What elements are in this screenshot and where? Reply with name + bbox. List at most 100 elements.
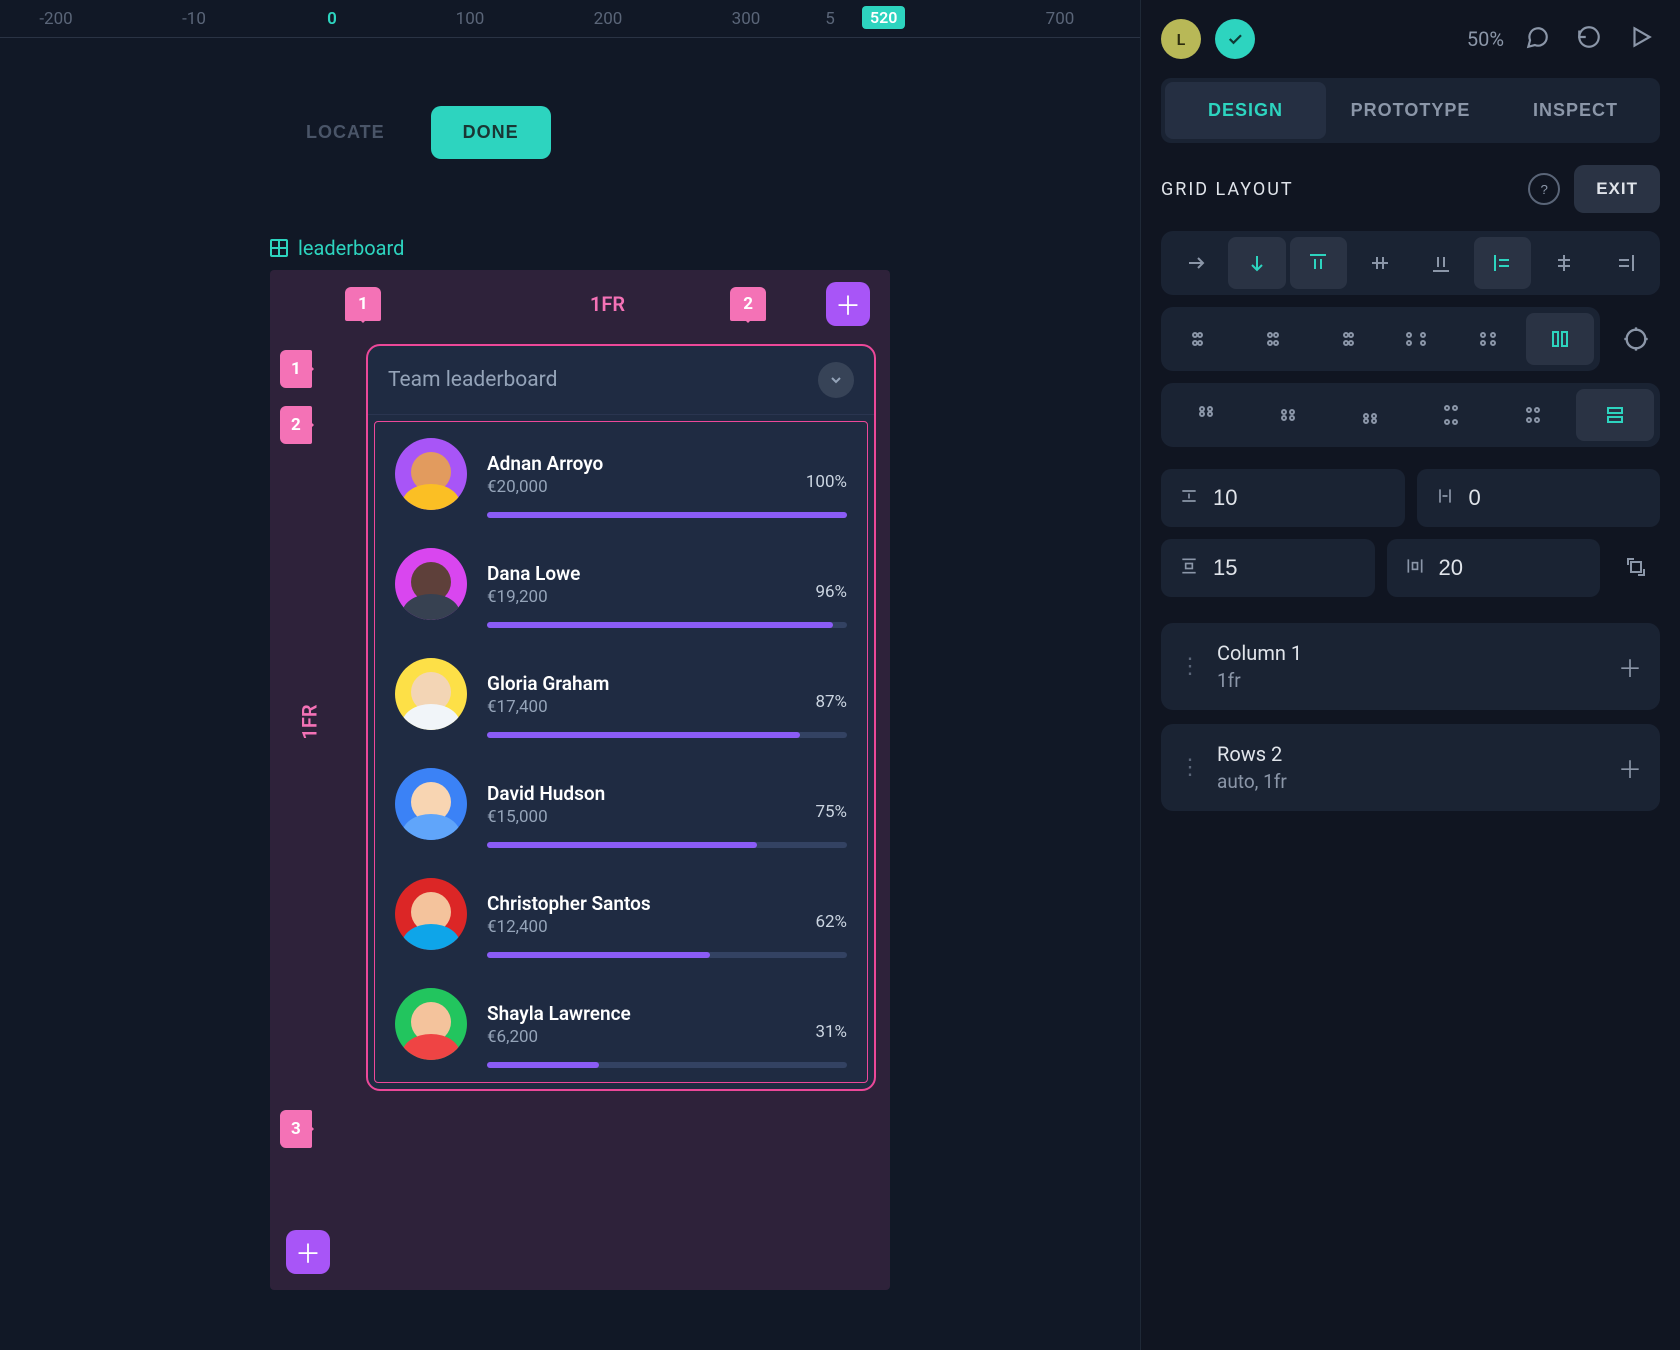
dimension-card[interactable]: ⋮Rows 2auto, 1fr＋ [1161, 724, 1660, 811]
align-content-start[interactable] [1167, 389, 1245, 441]
avatar [395, 988, 467, 1060]
justify-stretch[interactable] [1526, 313, 1594, 365]
locate-button[interactable]: LOCATE [280, 106, 411, 159]
row-marker-3[interactable]: 3 [280, 1110, 312, 1148]
justify-between[interactable] [1382, 313, 1450, 365]
list-item[interactable]: David Hudson€15,00075% [375, 752, 867, 862]
tab-prototype[interactable]: PROTOTYPE [1330, 82, 1491, 139]
list-item[interactable]: Dana Lowe€19,20096% [375, 532, 867, 642]
drag-handle-icon[interactable]: ⋮ [1179, 755, 1201, 780]
artboard[interactable]: 1 1FR 2 ＋ 1 2 1FR 3 ＋ Team leaderboard A… [270, 270, 890, 1290]
align-center-h[interactable] [1535, 237, 1592, 289]
pad-h-icon [1405, 556, 1425, 580]
card-list: Adnan Arroyo€20,000100%Dana Lowe€19,2009… [374, 421, 868, 1083]
canvas[interactable]: -300-200-1001002003005700 520 LOCATE DON… [0, 0, 1140, 1350]
tab-design[interactable]: DESIGN [1165, 82, 1326, 139]
align-start-v[interactable] [1290, 237, 1347, 289]
item-name: Adnan Arroyo [487, 452, 847, 475]
ruler-tick: 300 [732, 9, 761, 29]
dim-title: Rows 2 [1217, 742, 1602, 766]
item-name: Shayla Lawrence [487, 1002, 847, 1025]
pad-v-field[interactable] [1161, 539, 1375, 597]
align-end-v[interactable] [1413, 237, 1470, 289]
justify-around[interactable] [1454, 313, 1522, 365]
align-content-around[interactable] [1494, 389, 1572, 441]
col-marker-1[interactable]: 1 [345, 287, 381, 321]
direction-row[interactable] [1167, 237, 1224, 289]
add-dimension-button[interactable]: ＋ [1618, 750, 1642, 785]
history-icon[interactable] [1570, 18, 1608, 60]
inspector-panel: L 50% DESIGN PROTOTYPE INSPECT GRID LAYO… [1140, 0, 1680, 1350]
add-row-button[interactable]: ＋ [286, 1230, 330, 1274]
presence-checkmark[interactable] [1215, 19, 1255, 59]
ruler-tick: -200 [39, 9, 72, 29]
row-gap-icon [1179, 486, 1199, 510]
collapse-button[interactable] [818, 362, 854, 398]
progress-bar [487, 512, 847, 518]
zoom-level[interactable]: 50% [1467, 27, 1504, 51]
ruler-tick: 5 [825, 9, 835, 29]
ruler-tick: 200 [594, 9, 623, 29]
align-content-center[interactable] [1249, 389, 1327, 441]
frame-label[interactable]: leaderboard [270, 236, 404, 260]
dim-title: Column 1 [1217, 641, 1602, 665]
exit-button[interactable]: EXIT [1574, 165, 1660, 213]
leaderboard-card[interactable]: Team leaderboard Adnan Arroyo€20,000100%… [366, 344, 876, 1091]
col-gap-input[interactable] [1469, 485, 1549, 511]
align-center-v[interactable] [1351, 237, 1408, 289]
item-amount: €6,200 [487, 1027, 847, 1047]
add-column-button[interactable]: ＋ [826, 282, 870, 326]
pad-v-input[interactable] [1213, 555, 1293, 581]
align-content-between[interactable] [1412, 389, 1490, 441]
avatar [395, 878, 467, 950]
list-item[interactable]: Christopher Santos€12,40062% [375, 862, 867, 972]
avatar [395, 768, 467, 840]
progress-bar [487, 842, 847, 848]
tab-inspect[interactable]: INSPECT [1495, 82, 1656, 139]
row-marker-2[interactable]: 2 [280, 406, 312, 444]
add-dimension-button[interactable]: ＋ [1618, 649, 1642, 684]
col-marker-2[interactable]: 2 [730, 287, 766, 321]
row-marker-1[interactable]: 1 [280, 350, 312, 388]
justify-start[interactable] [1167, 313, 1235, 365]
direction-column[interactable] [1228, 237, 1285, 289]
item-amount: €19,200 [487, 587, 847, 607]
ruler-tick: -10 [182, 9, 206, 29]
align-end-h[interactable] [1597, 237, 1654, 289]
card-header: Team leaderboard [368, 346, 874, 415]
col-gap-field[interactable] [1417, 469, 1661, 527]
avatar [395, 548, 467, 620]
ruler-cursor: 520 [862, 6, 905, 29]
done-button[interactable]: DONE [431, 106, 551, 159]
play-icon[interactable] [1622, 18, 1660, 60]
justify-content-row [1161, 307, 1600, 371]
dimension-card[interactable]: ⋮ Column 1 1fr ＋ [1161, 623, 1660, 710]
align-start-h[interactable] [1474, 237, 1531, 289]
row-gap-input[interactable] [1213, 485, 1293, 511]
comment-icon[interactable] [1518, 18, 1556, 60]
pad-h-input[interactable] [1439, 555, 1519, 581]
list-item[interactable]: Adnan Arroyo€20,000100% [375, 422, 867, 532]
justify-end[interactable] [1311, 313, 1379, 365]
col-unit-label: 1FR [590, 292, 625, 316]
progress-bar [487, 622, 847, 628]
drag-handle-icon[interactable]: ⋮ [1179, 654, 1201, 679]
target-icon[interactable] [1612, 315, 1660, 363]
help-button[interactable]: ? [1528, 173, 1560, 205]
item-amount: €15,000 [487, 807, 847, 827]
list-item[interactable]: Gloria Graham€17,40087% [375, 642, 867, 752]
pad-h-field[interactable] [1387, 539, 1601, 597]
grid-icon [270, 239, 288, 257]
item-percent: 75% [815, 802, 847, 822]
user-avatar[interactable]: L [1161, 19, 1201, 59]
row-gap-field[interactable] [1161, 469, 1405, 527]
align-content-stretch[interactable] [1576, 389, 1654, 441]
dim-subtitle: 1fr [1217, 669, 1602, 692]
align-content-end[interactable] [1331, 389, 1409, 441]
list-item[interactable]: Shayla Lawrence€6,20031% [375, 972, 867, 1082]
section-title: GRID LAYOUT [1161, 179, 1294, 200]
justify-center[interactable] [1239, 313, 1307, 365]
progress-bar [487, 1062, 847, 1068]
item-amount: €17,400 [487, 697, 847, 717]
padding-link-icon[interactable] [1612, 544, 1660, 592]
